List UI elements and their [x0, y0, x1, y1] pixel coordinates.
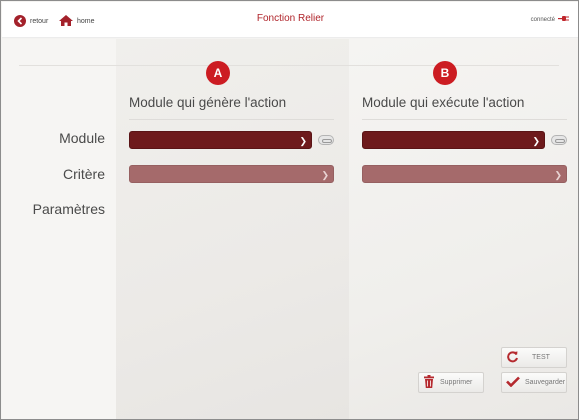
- save-button[interactable]: Sauvegarder: [501, 372, 567, 393]
- header-divider: [19, 65, 559, 66]
- save-label: Sauvegarder: [525, 379, 566, 386]
- chevron-down-icon: ❯: [554, 170, 562, 180]
- target-module-select[interactable]: ❯: [362, 131, 545, 149]
- link-icon[interactable]: [318, 135, 334, 145]
- app-frame: retour home Fonction Relier connecté A B…: [0, 0, 579, 420]
- target-heading-rule: [362, 119, 567, 120]
- checkmark-icon: [506, 376, 520, 389]
- labels-column: [2, 39, 116, 419]
- critere-row-label: Critère: [62, 166, 105, 182]
- trash-icon: [423, 375, 435, 390]
- top-bar: retour home Fonction Relier connecté: [2, 2, 578, 38]
- target-column-heading: Module qui exécute l'action: [362, 95, 525, 110]
- module-row-label: Module: [59, 130, 105, 146]
- delete-button[interactable]: Supprimer: [418, 372, 484, 393]
- source-module-select[interactable]: ❯: [129, 131, 312, 149]
- delete-label: Supprimer: [440, 379, 473, 386]
- chevron-down-icon: ❯: [321, 170, 329, 180]
- source-column-heading: Module qui génère l'action: [129, 95, 287, 110]
- chevron-down-icon: ❯: [299, 136, 307, 146]
- plug-icon: [558, 15, 569, 24]
- target-criterion-select[interactable]: ❯: [362, 165, 567, 183]
- link-icon[interactable]: [551, 135, 567, 145]
- source-criterion-select[interactable]: ❯: [129, 165, 334, 183]
- chevron-down-icon: ❯: [532, 136, 540, 146]
- badge-b: B: [433, 61, 457, 85]
- connection-label: connecté: [530, 16, 555, 23]
- parametres-row-label: Paramètres: [32, 201, 105, 217]
- test-label: TEST: [532, 354, 550, 361]
- page-title: Fonction Relier: [256, 13, 325, 24]
- connection-status: connecté: [531, 15, 569, 24]
- source-heading-rule: [129, 119, 334, 120]
- test-button[interactable]: TEST: [501, 347, 567, 368]
- refresh-icon: [506, 350, 519, 365]
- badge-a: A: [206, 61, 230, 85]
